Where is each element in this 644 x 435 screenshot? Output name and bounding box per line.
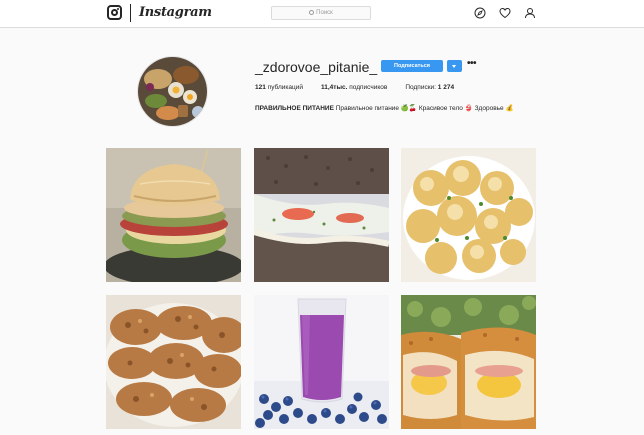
explore-compass-icon[interactable] xyxy=(474,7,486,19)
instagram-camera-icon[interactable] xyxy=(107,5,122,20)
post-thumbnail-stuffed-chicken-cutlet[interactable] xyxy=(401,295,536,429)
search-icon xyxy=(309,10,315,15)
post-thumbnail-rye-crispbread-sandwich[interactable] xyxy=(254,148,389,282)
post-thumbnail-sandwich-stack[interactable] xyxy=(106,148,241,282)
followers-count[interactable]: 11,4тыс. подписчиков xyxy=(321,84,387,91)
search-input[interactable]: Поиск xyxy=(271,6,371,20)
search-placeholder: Поиск xyxy=(316,10,333,16)
instagram-wordmark[interactable]: Instagram xyxy=(139,5,212,20)
post-thumbnail-baked-cauliflower[interactable] xyxy=(401,148,536,282)
profile-user-icon[interactable] xyxy=(524,7,536,19)
following-count-label: Подписки: xyxy=(405,84,436,91)
logo-divider xyxy=(130,4,131,22)
heart-activity-icon[interactable] xyxy=(499,7,511,19)
post-thumbnail-blueberry-smoothie[interactable] xyxy=(254,295,389,429)
profile-stats: 121 публикаций 11,4тыс. подписчиков Подп… xyxy=(255,84,454,91)
following-count-value: 1 274 xyxy=(437,84,455,91)
posts-count: 121 публикаций xyxy=(255,84,303,91)
bio-text: Правильное питание 🍏🍒 Красивое тело 👙 Зд… xyxy=(335,105,514,112)
followers-count-label: подписчиков xyxy=(349,84,388,91)
followers-count-value: 11,4тыс. xyxy=(320,84,348,91)
post-thumbnail-meat-patties[interactable] xyxy=(106,295,241,429)
suggestions-dropdown-button[interactable] xyxy=(447,60,462,72)
profile-bio: ПРАВИЛЬНОЕ ПИТАНИЕ Правильное питание 🍏🍒… xyxy=(255,103,545,114)
follow-button[interactable]: Подписаться xyxy=(381,60,443,72)
top-navigation-bar: Instagram Поиск xyxy=(0,0,644,28)
more-options-button[interactable]: ••• xyxy=(467,59,477,69)
profile-username: _zdorovoe_pitanie_ xyxy=(255,59,378,75)
bio-title: ПРАВИЛЬНОЕ ПИТАНИЕ xyxy=(255,105,334,112)
following-count[interactable]: Подписки: 1 274 xyxy=(405,84,454,91)
posts-count-label: публикаций xyxy=(267,84,303,91)
avatar[interactable] xyxy=(137,56,208,127)
posts-count-value: 121 xyxy=(255,84,266,91)
